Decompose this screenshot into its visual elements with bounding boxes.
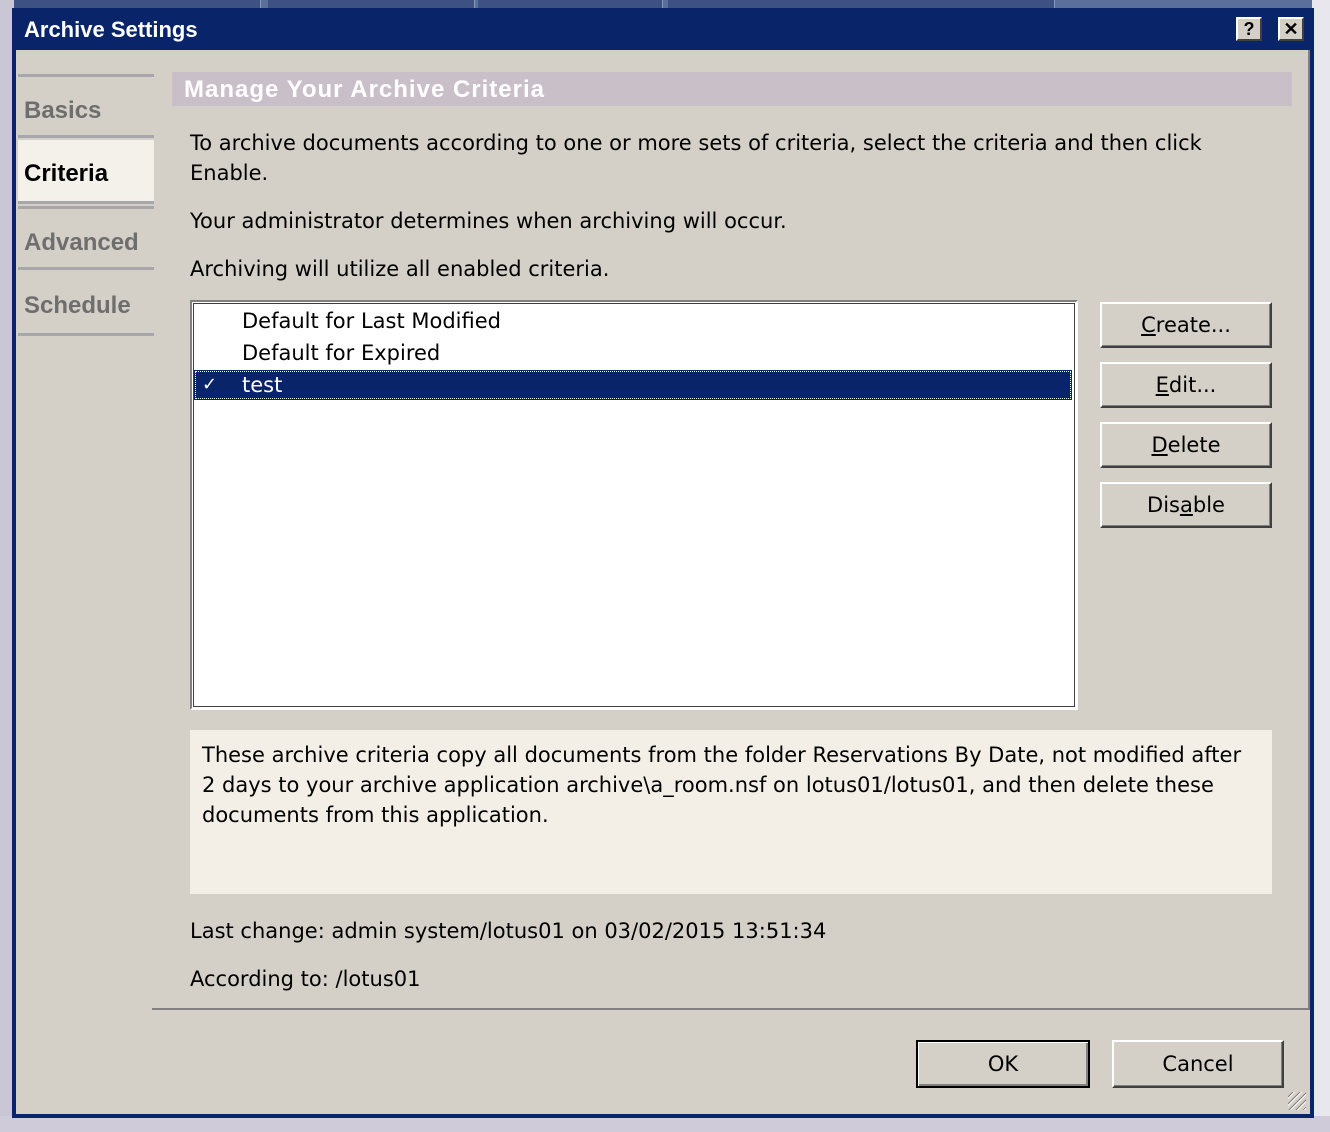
tab-schedule[interactable]: Schedule [18, 272, 154, 336]
tab-basics[interactable]: Basics [18, 74, 154, 138]
admin-note: Your administrator determines when archi… [190, 209, 787, 233]
tab-advanced[interactable]: Advanced [18, 206, 154, 270]
intro-text: To archive documents according to one or… [190, 131, 1202, 185]
edit-button[interactable]: Edit... [1100, 362, 1272, 408]
dialog-title: Archive Settings [24, 17, 198, 42]
disable-button-label: Disable [1147, 493, 1225, 517]
ok-button-label: OK [987, 1052, 1019, 1076]
delete-button-label: Delete [1151, 433, 1221, 457]
tab-advanced-label: Advanced [24, 229, 139, 256]
list-item[interactable]: Default for Last Modified [194, 306, 1072, 336]
criteria-listbox[interactable]: Default for Last Modified Default for Ex… [190, 300, 1078, 710]
criteria-panel: Manage Your Archive Criteria To archive … [152, 50, 1310, 1010]
list-item-label: test [242, 373, 283, 397]
tab-criteria[interactable]: Criteria [18, 140, 154, 204]
last-change-text: Last change: admin system/lotus01 on 03/… [190, 919, 827, 943]
create-button-label: Create... [1141, 313, 1231, 337]
dialog-titlebar[interactable]: Archive Settings ? ✕ [12, 8, 1314, 50]
list-item[interactable]: Default for Expired [194, 338, 1072, 368]
tab-schedule-label: Schedule [24, 292, 131, 319]
list-item-label: Default for Last Modified [242, 309, 501, 333]
enabled-note: Archiving will utilize all enabled crite… [190, 257, 610, 281]
list-item-selected[interactable]: ✓ test [194, 370, 1072, 400]
criteria-description: These archive criteria copy all document… [190, 730, 1272, 894]
background-window-right [1312, 0, 1330, 1132]
close-icon: ✕ [1283, 18, 1299, 39]
checkmark-icon: ✓ [202, 374, 218, 395]
close-button[interactable]: ✕ [1278, 17, 1304, 41]
create-button[interactable]: Create... [1100, 302, 1272, 348]
cancel-button-label: Cancel [1162, 1052, 1234, 1076]
resize-grip[interactable] [1288, 1092, 1306, 1110]
help-icon: ? [1243, 18, 1255, 39]
disable-button[interactable]: Disable [1100, 482, 1272, 528]
tab-criteria-label: Criteria [24, 160, 109, 187]
ok-button[interactable]: OK [916, 1040, 1090, 1088]
dialog-client-area: Basics Criteria Advanced Schedule Manage… [16, 50, 1310, 1114]
tab-list: Basics Criteria Advanced Schedule [16, 50, 154, 1114]
tab-basics-label: Basics [24, 97, 102, 124]
cancel-button[interactable]: Cancel [1112, 1040, 1284, 1088]
list-item-label: Default for Expired [242, 341, 441, 365]
panel-header: Manage Your Archive Criteria [172, 72, 1292, 106]
delete-button[interactable]: Delete [1100, 422, 1272, 468]
edit-button-label: Edit... [1155, 373, 1217, 397]
help-button[interactable]: ? [1236, 17, 1262, 41]
according-to-text: According to: /lotus01 [190, 967, 421, 991]
background-window-bottom [0, 1116, 1330, 1132]
archive-settings-dialog: Archive Settings ? ✕ Basics Criteria Adv… [12, 8, 1314, 1118]
